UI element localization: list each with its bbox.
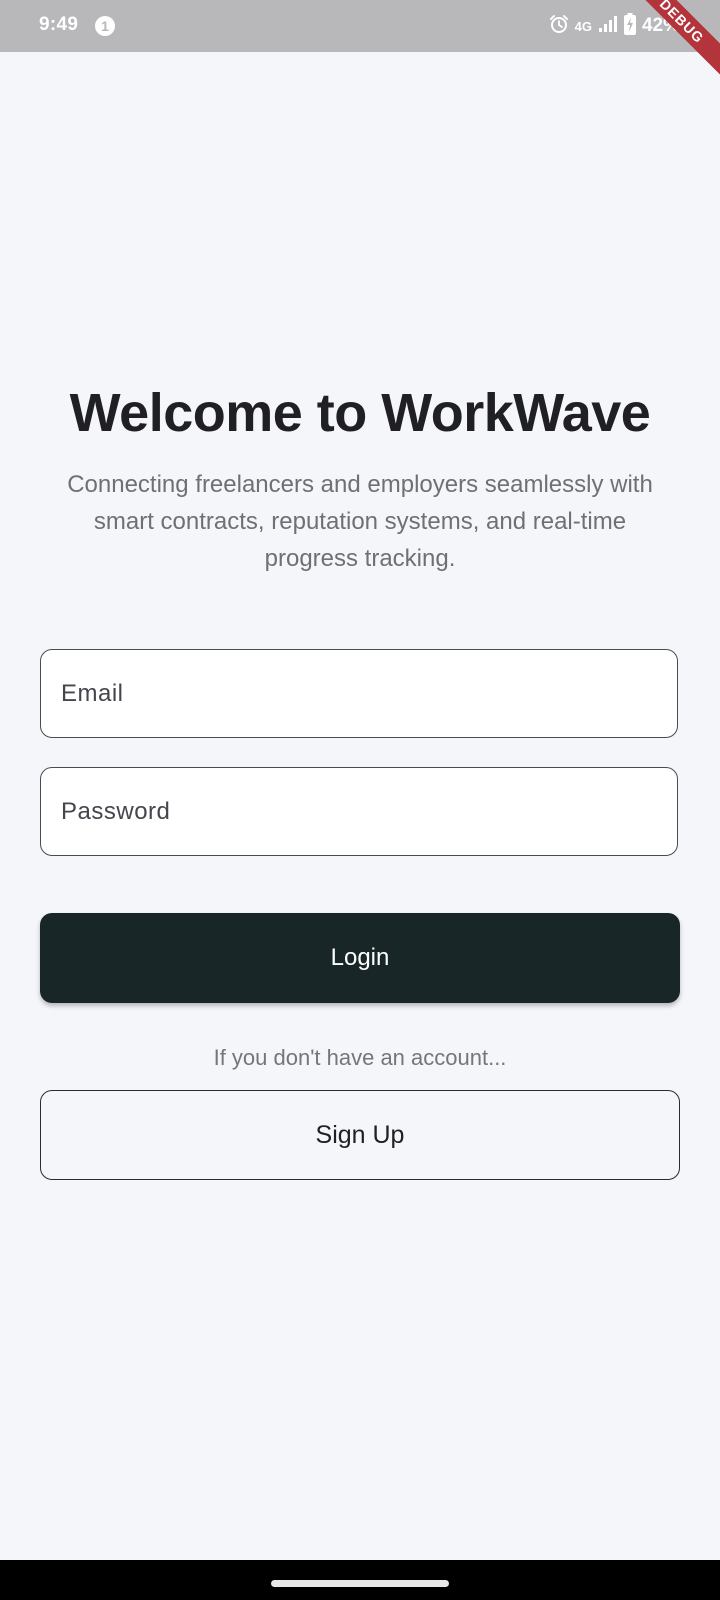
login-screen: Welcome to WorkWave Connecting freelance…	[0, 52, 720, 1560]
email-field[interactable]	[40, 649, 678, 738]
notification-badge: 1	[95, 16, 115, 36]
signal-icon	[598, 14, 618, 39]
battery-charging-icon	[623, 12, 636, 40]
signup-button[interactable]: Sign Up	[40, 1090, 680, 1180]
page-subtitle: Connecting freelancers and employers sea…	[67, 471, 653, 572]
login-button[interactable]: Login	[40, 913, 680, 1003]
alarm-icon	[549, 14, 569, 39]
status-icons: 4G 42%	[549, 12, 680, 40]
password-field[interactable]	[40, 767, 678, 856]
status-bar: 9:49 1 4G 42% DEBUG	[0, 0, 720, 79]
account-hint: If you don't have an account...	[213, 1045, 507, 1070]
page-title: Welcome to WorkWave	[69, 383, 651, 443]
network-type: 4G	[574, 18, 592, 34]
home-indicator[interactable]	[271, 1580, 449, 1587]
system-nav-bar	[0, 1560, 720, 1600]
status-time: 9:49	[39, 14, 79, 35]
